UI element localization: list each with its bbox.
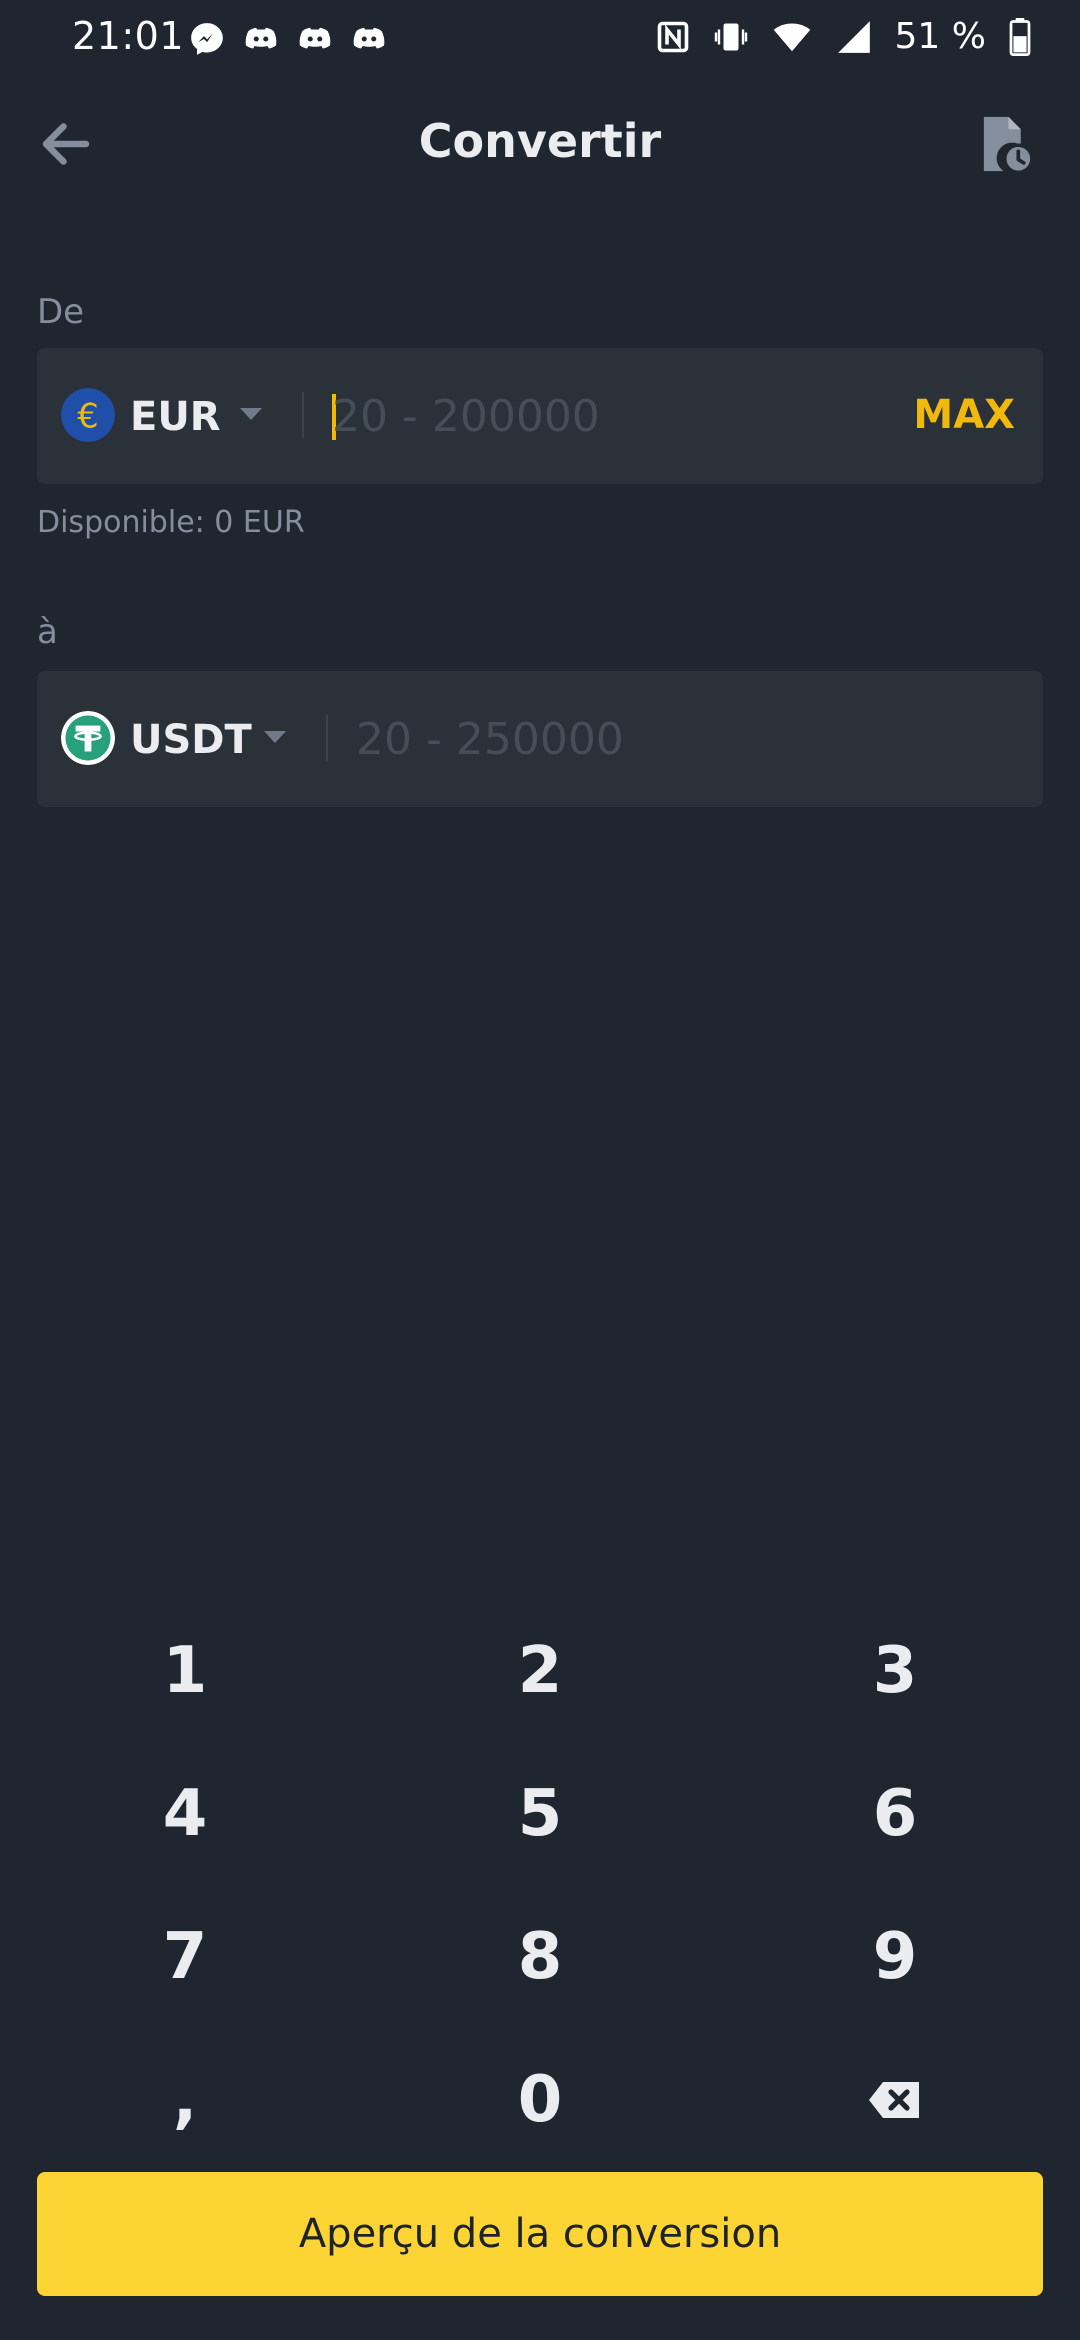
key-5[interactable]: 5	[360, 1743, 720, 1885]
discord-icon	[353, 27, 385, 49]
max-button[interactable]: MAX	[913, 392, 1015, 438]
to-currency-label[interactable]: USDT	[130, 717, 252, 763]
key-6[interactable]: 6	[715, 1743, 1075, 1885]
app-header: Convertir	[0, 100, 1080, 190]
signal-icon	[837, 20, 870, 53]
from-field: € EUR MAX	[37, 348, 1043, 484]
from-amount-input[interactable]	[332, 374, 892, 458]
page-title: Convertir	[418, 114, 662, 168]
key-8[interactable]: 8	[360, 1886, 720, 2028]
svg-text:€: €	[77, 396, 98, 435]
key-1[interactable]: 1	[5, 1600, 365, 1742]
wifi-icon	[773, 23, 810, 51]
convert-screen: 21:01 51 % Convertir De € EUR 20 - 20000…	[0, 0, 1080, 2340]
battery-icon	[1009, 17, 1031, 56]
euro-coin-icon: €	[61, 388, 115, 442]
discord-icon	[245, 27, 277, 49]
key-4[interactable]: 4	[5, 1743, 365, 1885]
system-status: 51 %	[655, 16, 1032, 57]
status-bar: 21:01 51 %	[0, 0, 1080, 80]
notification-icons	[188, 20, 388, 58]
from-currency-dropdown-icon[interactable]	[240, 408, 262, 420]
key-0[interactable]: 0	[360, 2029, 720, 2171]
from-divider	[302, 392, 304, 438]
key-3[interactable]: 3	[715, 1600, 1075, 1742]
key-2[interactable]: 2	[360, 1600, 720, 1742]
from-currency-label[interactable]: EUR	[130, 394, 221, 440]
vibrate-icon	[714, 23, 747, 50]
backspace-icon	[869, 2082, 919, 2118]
status-time: 21:01	[72, 14, 185, 58]
messenger-icon	[191, 23, 223, 55]
key-backspace[interactable]	[715, 2029, 1075, 2171]
to-currency-dropdown-icon[interactable]	[264, 731, 286, 743]
nfc-icon	[657, 21, 688, 52]
key-9[interactable]: 9	[715, 1886, 1075, 2028]
to-divider	[326, 715, 328, 761]
key-decimal[interactable]: ,	[5, 2029, 365, 2171]
to-label: à	[37, 612, 58, 652]
to-amount-input[interactable]	[356, 697, 1016, 781]
preview-conversion-button[interactable]: Aperçu de la conversion	[37, 2172, 1043, 2296]
tether-coin-icon	[61, 711, 115, 765]
key-7[interactable]: 7	[5, 1886, 365, 2028]
discord-icon	[299, 27, 331, 49]
numeric-keypad: 1 2 3 4 5 6 7 8 9 , 0	[0, 1600, 1080, 2170]
to-field: USDT	[37, 671, 1043, 807]
available-balance: Disponible: 0 EUR	[37, 505, 305, 540]
order-history-icon[interactable]	[976, 112, 1036, 176]
battery-percent: 51 %	[894, 16, 986, 57]
from-label: De	[37, 292, 85, 332]
